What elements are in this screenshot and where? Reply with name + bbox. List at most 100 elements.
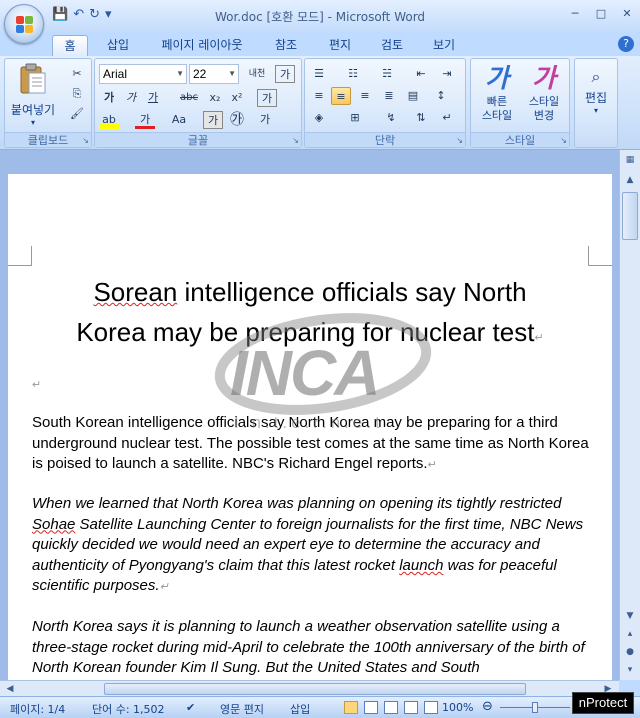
clear-format-button[interactable]: 가: [275, 65, 295, 83]
quick-styles-button[interactable]: 가 빠른 스타일: [475, 63, 519, 133]
outline-view-icon[interactable]: [404, 701, 418, 714]
justify-icon[interactable]: ≣: [379, 87, 399, 105]
align-center-icon[interactable]: ≡: [331, 87, 351, 105]
close-button[interactable]: ✕: [614, 4, 640, 24]
increase-indent-icon[interactable]: ⇥: [437, 65, 457, 83]
sort-icon[interactable]: ⇅: [411, 109, 431, 127]
page-indicator[interactable]: 페이지: 1/4: [10, 701, 65, 717]
change-styles-icon: 가: [532, 64, 556, 94]
font-size-combo[interactable]: 22 ▼: [189, 64, 239, 84]
document-area: Sorean intelligence officials say North …: [0, 150, 619, 680]
paste-button[interactable]: 붙여넣기 ▾: [9, 63, 57, 127]
doc-title-line2: Korea may be preparing for nuclear test↵: [76, 317, 544, 347]
font-group: Arial ▼ 22 ▼ 내천 가 가 가 가 abc x₂ x² 가 ab 가…: [94, 58, 302, 148]
web-layout-icon[interactable]: [384, 701, 398, 714]
scroll-down-icon[interactable]: ▼: [622, 608, 638, 624]
tab-view[interactable]: 보기: [424, 35, 464, 56]
print-layout-icon[interactable]: [344, 701, 358, 714]
copy-icon[interactable]: ⎘: [67, 85, 87, 103]
clipboard-group: 붙여넣기 ▾ ✂ ⎘ 🖌 클립보드 ↘: [4, 58, 92, 148]
clipboard-group-label: 클립보드: [5, 132, 91, 147]
multilevel-list-icon[interactable]: ☵: [377, 65, 397, 83]
subscript-button[interactable]: x₂: [205, 89, 225, 107]
font-size-value: 22: [193, 67, 207, 81]
zoom-out-icon[interactable]: ⊖: [482, 699, 493, 714]
font-color-button[interactable]: 가: [135, 111, 155, 129]
vertical-scroll-thumb[interactable]: [622, 192, 638, 240]
cut-icon[interactable]: ✂: [67, 65, 87, 83]
language-indicator[interactable]: 영문 편지: [220, 701, 264, 717]
clipboard-launcher-icon[interactable]: ↘: [82, 136, 89, 145]
maximize-button[interactable]: □: [588, 4, 614, 24]
font-launcher-icon[interactable]: ↘: [292, 136, 299, 145]
paste-icon: [20, 63, 46, 94]
minimize-button[interactable]: ─: [562, 4, 588, 24]
highlight-button[interactable]: ab: [99, 111, 119, 129]
distributed-icon[interactable]: ▤: [403, 87, 423, 105]
italic-button[interactable]: 가: [121, 89, 141, 107]
underline-button[interactable]: 가: [143, 89, 163, 107]
decrease-indent-icon[interactable]: ⇤: [411, 65, 431, 83]
insert-mode[interactable]: 삽입: [290, 701, 310, 717]
character-shading-button[interactable]: 가: [203, 111, 223, 129]
shading-icon[interactable]: ◈: [309, 109, 329, 127]
borders-icon[interactable]: ⊞: [345, 109, 365, 127]
vertical-scrollbar[interactable]: ▦ ▲ ▼ ▴ ● ▾: [619, 150, 640, 680]
asian-layout-icon[interactable]: ↯: [381, 109, 401, 127]
numbering-icon[interactable]: ☷: [343, 65, 363, 83]
document-page[interactable]: Sorean intelligence officials say North …: [8, 174, 612, 680]
nprotect-badge: nProtect: [572, 692, 634, 714]
bold-button[interactable]: 가: [99, 89, 119, 107]
tab-references[interactable]: 참조: [266, 35, 306, 56]
draft-view-icon[interactable]: [424, 701, 438, 714]
proofing-icon[interactable]: ✔: [186, 701, 195, 714]
tab-home[interactable]: 홈: [52, 35, 88, 56]
bullets-icon[interactable]: ☰: [309, 65, 329, 83]
office-logo-icon: [16, 16, 34, 34]
change-case-button[interactable]: Aa: [167, 111, 191, 129]
next-page-icon[interactable]: ▾: [622, 662, 638, 678]
editing-button[interactable]: ⌕ 편집 ▾: [577, 65, 615, 125]
format-painter-icon[interactable]: 🖌: [67, 105, 87, 123]
font-name-value: Arial: [103, 67, 128, 81]
paste-arrow-icon: ▾: [30, 118, 35, 127]
char-border-button[interactable]: 가: [255, 111, 275, 129]
show-marks-icon[interactable]: ↵: [437, 109, 457, 127]
ruler-toggle-icon[interactable]: ▦: [622, 152, 638, 168]
change-styles-label: 스타일 변경: [528, 95, 560, 122]
tab-review[interactable]: 검토: [372, 35, 412, 56]
zoom-slider-thumb[interactable]: [532, 702, 538, 713]
tab-insert[interactable]: 삽입: [98, 35, 138, 56]
scroll-up-icon[interactable]: ▲: [622, 172, 638, 188]
zoom-level[interactable]: 100%: [442, 701, 473, 714]
office-button[interactable]: [4, 4, 44, 44]
chevron-down-icon: ▼: [176, 69, 184, 78]
horizontal-scroll-thumb[interactable]: [104, 683, 526, 695]
align-left-icon[interactable]: ≡: [309, 87, 329, 105]
browse-object-icon[interactable]: ●: [622, 644, 638, 660]
horizontal-scrollbar[interactable]: ◀ ▶: [0, 680, 619, 696]
tab-mailings[interactable]: 편지: [320, 35, 360, 56]
grow-font-button[interactable]: 내천: [247, 65, 267, 83]
quick-styles-label: 빠른 스타일: [481, 95, 513, 122]
enclose-characters-button[interactable]: ㉮: [227, 111, 247, 129]
paragraph-launcher-icon[interactable]: ↘: [456, 136, 463, 145]
styles-launcher-icon[interactable]: ↘: [560, 136, 567, 145]
font-name-combo[interactable]: Arial ▼: [99, 64, 187, 84]
previous-page-icon[interactable]: ▴: [622, 626, 638, 642]
phonetic-guide-button[interactable]: 가: [257, 89, 277, 107]
change-styles-button[interactable]: 가 스타일 변경: [521, 63, 567, 133]
doc-title-line1: Sorean intelligence officials say North: [93, 277, 527, 307]
full-screen-reading-icon[interactable]: [364, 701, 378, 714]
status-bar: 페이지: 1/4 단어 수: 1,502 ✔ 영문 편지 삽입 100% ⊖: [0, 696, 640, 718]
strikethrough-button[interactable]: abc: [179, 89, 199, 107]
help-icon[interactable]: ?: [618, 36, 634, 52]
editing-group: ⌕ 편집 ▾: [574, 58, 618, 148]
word-count[interactable]: 단어 수: 1,502: [92, 701, 165, 717]
align-right-icon[interactable]: ≡: [355, 87, 375, 105]
line-spacing-icon[interactable]: ↕: [431, 87, 451, 105]
scroll-left-icon[interactable]: ◀: [2, 681, 18, 697]
tab-page-layout[interactable]: 페이지 레이아웃: [150, 35, 254, 56]
styles-group-label: 스타일: [471, 132, 569, 147]
superscript-button[interactable]: x²: [227, 89, 247, 107]
